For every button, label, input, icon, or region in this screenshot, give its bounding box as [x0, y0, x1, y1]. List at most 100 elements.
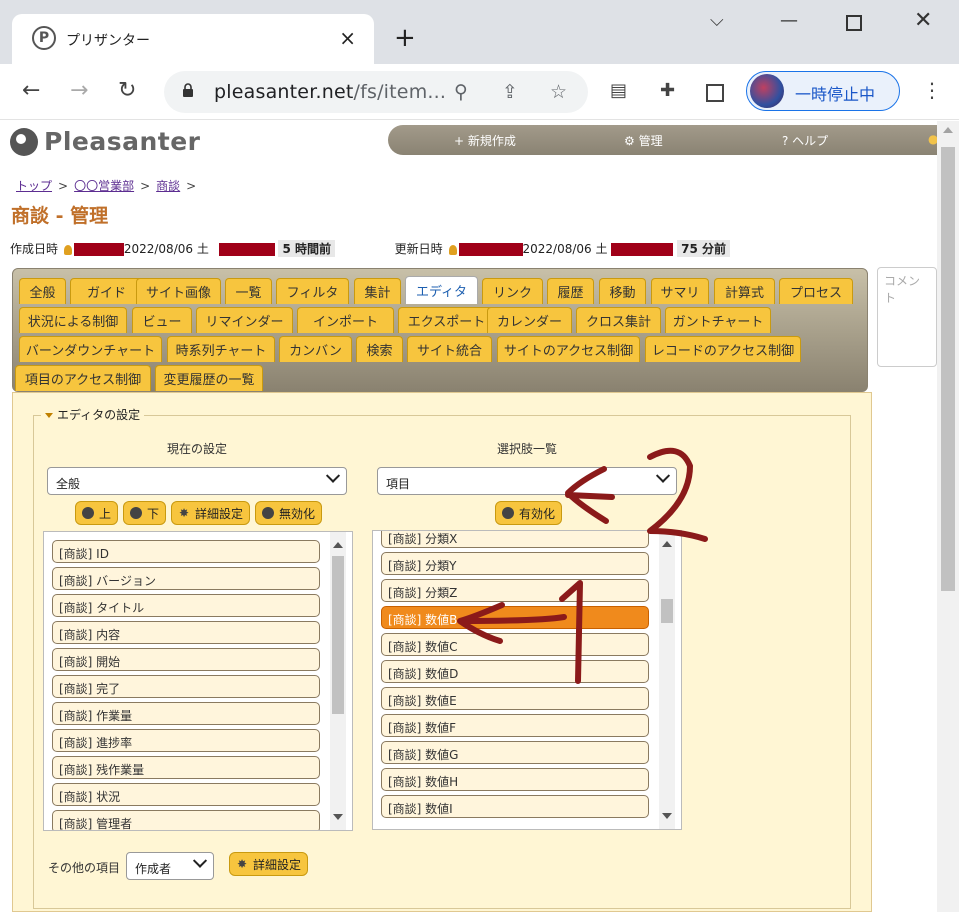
list-item[interactable]: [商談] 作業量 [52, 702, 320, 725]
scroll-down-icon[interactable] [662, 813, 672, 819]
new-tab-button[interactable]: + [394, 24, 416, 52]
nav-help[interactable]: ? ヘルプ [782, 132, 828, 149]
list-item[interactable]: [商談] 管理者 [52, 810, 320, 830]
list-item[interactable]: [商談] バージョン [52, 567, 320, 590]
list-item[interactable]: [商談] 数値G [381, 741, 649, 764]
tab-calendar[interactable]: カレンダー [487, 307, 572, 333]
list-item[interactable]: [商談] 数値D [381, 660, 649, 683]
breadcrumb-deals[interactable]: 商談 [156, 179, 180, 193]
move-down-button[interactable]: 下 [123, 501, 167, 525]
tab-summary[interactable]: サマリ [651, 278, 709, 304]
tab-search-chevron-icon[interactable]: ⌵ [710, 10, 724, 31]
tab-site-access[interactable]: サイトのアクセス制御 [497, 336, 640, 362]
list-item[interactable]: [商談] 開始 [52, 648, 320, 671]
tab-record-access[interactable]: レコードのアクセス制御 [645, 336, 801, 362]
list-item[interactable]: [商談] 数値I [381, 795, 649, 818]
tab-cross-tab[interactable]: クロス集計 [576, 307, 661, 333]
tab-gantt[interactable]: ガントチャート [665, 307, 771, 333]
list-item[interactable]: [商談] 進捗率 [52, 729, 320, 752]
page-scrollbar[interactable] [937, 121, 959, 912]
maximize-icon[interactable] [846, 15, 862, 31]
zoom-icon[interactable]: ⚲ [454, 81, 468, 103]
window-close-icon[interactable]: ✕ [914, 8, 932, 33]
list-item[interactable]: [商談] 数値C [381, 633, 649, 656]
tab-process[interactable]: プロセス [779, 278, 853, 304]
list-item[interactable]: [商談] 分類Y [381, 552, 649, 575]
close-tab-icon[interactable]: × [339, 26, 356, 50]
list-item-selected[interactable]: [商談] 数値B [381, 606, 649, 629]
minimize-icon[interactable]: — [780, 10, 798, 31]
tab-status-control[interactable]: 状況による制御 [19, 307, 127, 333]
editor-legend[interactable]: エディタの設定 [41, 406, 145, 423]
list-item[interactable]: [商談] 数値F [381, 714, 649, 737]
list-item[interactable]: [商談] 残作業量 [52, 756, 320, 779]
scroll-thumb[interactable] [332, 556, 344, 714]
browser-tab[interactable]: P プリザンター × [12, 14, 374, 64]
tab-burndown[interactable]: バーンダウンチャート [19, 336, 162, 362]
address-bar[interactable]: pleasanter.net/fs/item... ⚲ ⇪ ☆ [164, 71, 588, 113]
other-items-select[interactable]: 作成者 [126, 852, 214, 880]
scroll-down-icon[interactable] [333, 814, 343, 820]
tab-link[interactable]: リンク [482, 278, 543, 304]
tab-search[interactable]: 検索 [356, 336, 403, 362]
side-panel-icon[interactable] [706, 84, 724, 102]
tab-history[interactable]: 履歴 [547, 278, 594, 304]
current-list-scrollbar[interactable] [330, 532, 346, 830]
nav-new[interactable]: + 新規作成 [454, 132, 516, 149]
page-scroll-thumb[interactable] [941, 147, 955, 591]
list-item[interactable]: [商談] 数値E [381, 687, 649, 710]
tab-move[interactable]: 移動 [599, 278, 646, 304]
list-item[interactable]: [商談] 数値H [381, 768, 649, 791]
comment-box[interactable]: コメント [877, 267, 937, 367]
scroll-up-icon[interactable] [333, 542, 343, 548]
tab-general[interactable]: 全般 [19, 278, 66, 304]
extensions-icon[interactable]: ✚ [660, 80, 675, 101]
forward-arrow-icon[interactable]: → [70, 78, 88, 104]
nav-manage[interactable]: ⚙ 管理 [624, 132, 663, 149]
list-item[interactable]: [商談] 状況 [52, 783, 320, 806]
move-up-button[interactable]: 上 [75, 501, 119, 525]
star-icon[interactable]: ☆ [550, 81, 567, 103]
list-item[interactable]: [商談] 分類Z [381, 579, 649, 602]
scroll-thumb[interactable] [661, 599, 673, 623]
tab-filter[interactable]: フィルタ [276, 278, 349, 304]
other-detail-button[interactable]: ✸ 詳細設定 [229, 852, 309, 876]
tab-export[interactable]: エクスポート [398, 307, 495, 333]
list-item[interactable]: [商談] ID [52, 540, 320, 563]
disable-button[interactable]: 無効化 [255, 501, 323, 525]
browser-menu-icon[interactable]: ⋮ [922, 78, 942, 102]
list-item[interactable]: [商談] 分類X [381, 531, 649, 548]
list-item[interactable]: [商談] 完了 [52, 675, 320, 698]
tab-timeseries[interactable]: 時系列チャート [167, 336, 275, 362]
tab-formula[interactable]: 計算式 [714, 278, 775, 304]
tab-site-integration[interactable]: サイト統合 [407, 336, 492, 362]
tab-kanban[interactable]: カンバン [279, 336, 352, 362]
tab-list[interactable]: 一覧 [225, 278, 272, 304]
breadcrumb-department[interactable]: 〇〇営業部 [74, 179, 134, 193]
share-icon[interactable]: ⇪ [502, 81, 518, 103]
tab-view[interactable]: ビュー [132, 307, 192, 333]
tab-column-access[interactable]: 項目のアクセス制御 [15, 365, 151, 391]
enable-button[interactable]: 有効化 [495, 501, 563, 525]
scroll-up-icon[interactable] [943, 127, 953, 133]
back-arrow-icon[interactable]: ← [22, 78, 40, 104]
reload-icon[interactable]: ↻ [118, 78, 136, 104]
list-item[interactable]: [商談] 内容 [52, 621, 320, 644]
scroll-up-icon[interactable] [662, 541, 672, 547]
options-list-scrollbar[interactable] [659, 531, 675, 829]
current-columns-list[interactable]: [商談] ID [商談] バージョン [商談] タイトル [商談] 内容 [商談… [43, 531, 353, 831]
site-logo[interactable]: Pleasanter [10, 127, 201, 156]
options-select[interactable]: 項目 [377, 467, 677, 495]
detail-settings-button[interactable]: ✸ 詳細設定 [171, 501, 251, 525]
current-settings-select[interactable]: 全般 [47, 467, 347, 495]
tab-change-history[interactable]: 変更履歴の一覧 [155, 365, 263, 391]
breadcrumb-top[interactable]: トップ [16, 179, 52, 193]
user-icon[interactable]: ● [928, 132, 937, 146]
profile-button[interactable]: 一時停止中 [746, 71, 900, 111]
tab-reminder[interactable]: リマインダー [196, 307, 293, 333]
available-columns-list[interactable]: [商談] 分類X [商談] 分類Y [商談] 分類Z [商談] 数値B [商談]… [372, 530, 682, 830]
tab-aggregation[interactable]: 集計 [354, 278, 401, 304]
tab-site-image[interactable]: サイト画像 [136, 278, 221, 304]
tab-editor[interactable]: エディタ [405, 276, 478, 304]
reading-list-icon[interactable]: ▤ [610, 80, 627, 101]
